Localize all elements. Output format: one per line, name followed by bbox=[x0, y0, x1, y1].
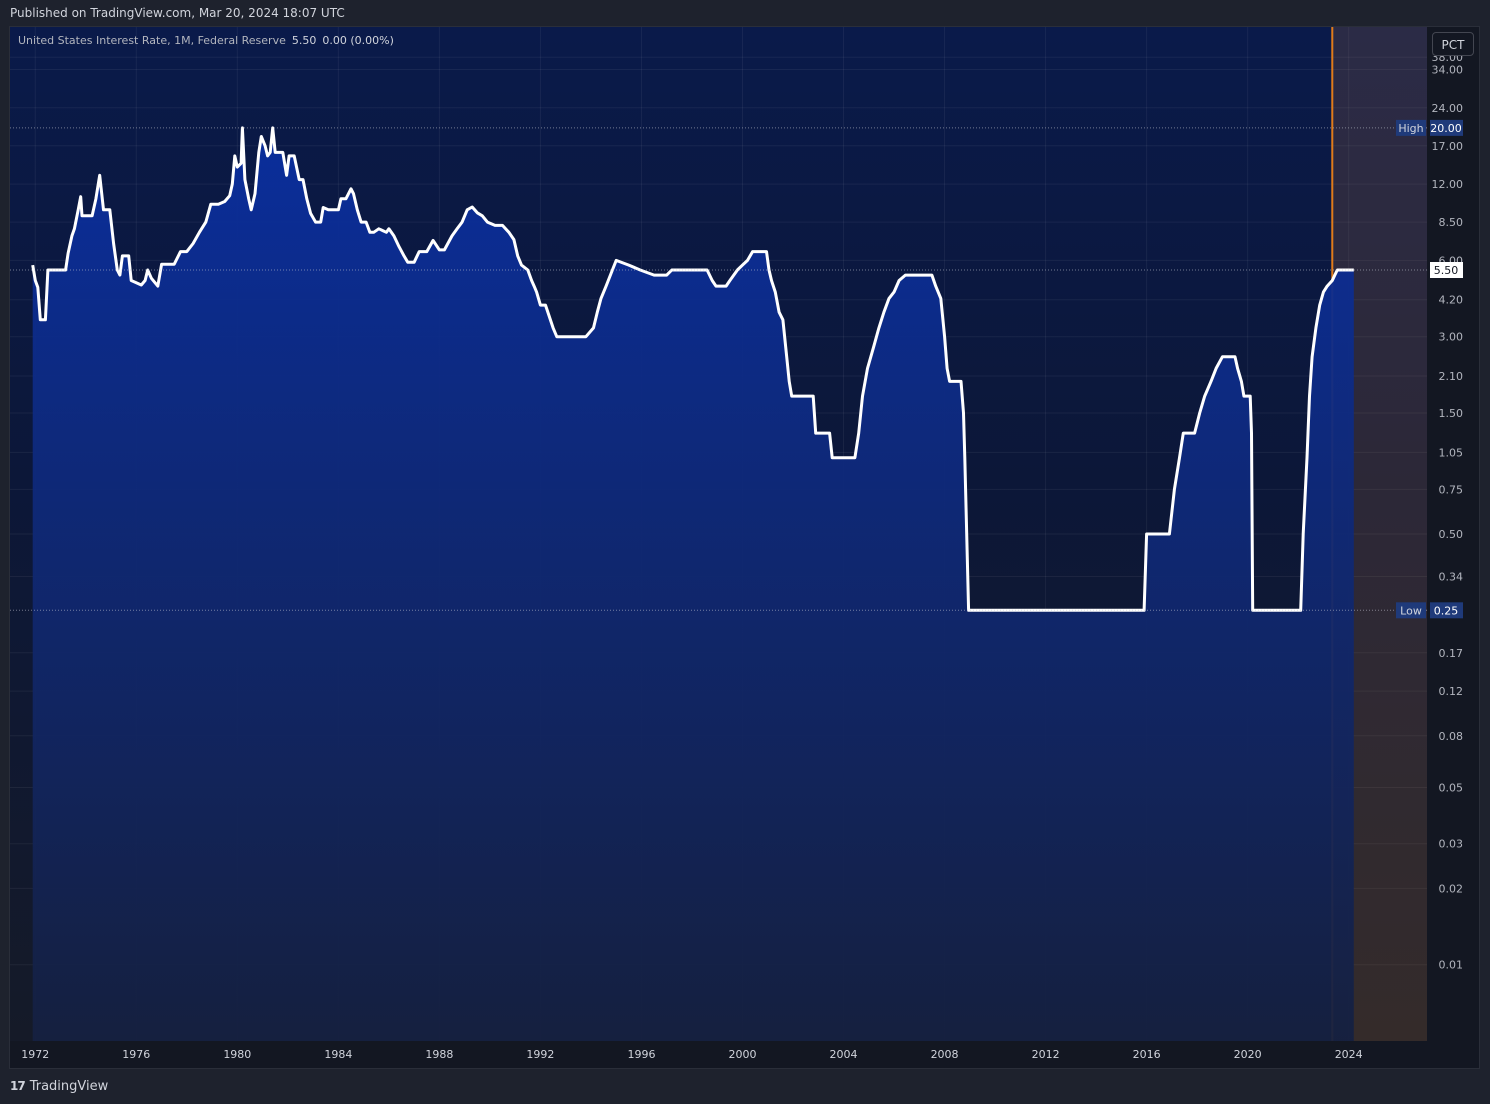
x-tick-label: 2012 bbox=[1032, 1048, 1060, 1061]
y-tick-label: 4.20 bbox=[1439, 294, 1464, 307]
x-tick-label: 2008 bbox=[931, 1048, 959, 1061]
y-tick-label: 0.02 bbox=[1439, 882, 1464, 895]
y-tick-label: 0.12 bbox=[1439, 685, 1464, 698]
x-tick-label: 1996 bbox=[627, 1048, 655, 1061]
x-tick-label: 1976 bbox=[122, 1048, 150, 1061]
y-tick-label: 0.17 bbox=[1439, 647, 1464, 660]
low-tag: Low bbox=[1396, 602, 1426, 619]
y-tick-label: 24.00 bbox=[1432, 102, 1464, 115]
brand-name: TradingView bbox=[29, 1078, 109, 1094]
y-tick-label: 0.03 bbox=[1439, 838, 1464, 851]
y-tick-label: 2.10 bbox=[1439, 370, 1464, 383]
chart-canvas[interactable]: 38.0034.0024.0017.0012.008.506.004.203.0… bbox=[0, 0, 1490, 1104]
y-tick-label: 1.05 bbox=[1439, 446, 1464, 459]
x-tick-label: 2024 bbox=[1335, 1048, 1363, 1061]
high-value-label: 20.00 bbox=[1430, 122, 1462, 135]
low-value: 0.25 bbox=[1430, 602, 1463, 619]
low-tag-label: Low bbox=[1400, 604, 1422, 617]
low-value-label: 0.25 bbox=[1434, 604, 1459, 617]
y-tick-label: 0.08 bbox=[1439, 730, 1464, 743]
y-axis[interactable]: 38.0034.0024.0017.0012.008.506.004.203.0… bbox=[1432, 51, 1464, 971]
y-tick-label: 0.05 bbox=[1439, 782, 1464, 795]
high-value: 20.00 bbox=[1430, 119, 1463, 136]
x-tick-label: 1988 bbox=[425, 1048, 453, 1061]
x-tick-label: 1992 bbox=[526, 1048, 554, 1061]
x-axis[interactable]: 1972 1976 1980 1984 1988 1992 1996 2000 2004 2008… bbox=[21, 1048, 1362, 1061]
legend-symbol: United States Interest Rate, 1M, Federal… bbox=[18, 34, 286, 47]
legend-last-value: 5.50 bbox=[291, 34, 317, 47]
last-price-value-label: 5.50 bbox=[1434, 264, 1459, 277]
high-tag: High bbox=[1396, 119, 1426, 136]
high-tag-label: High bbox=[1398, 122, 1423, 135]
y-tick-label: 34.00 bbox=[1432, 63, 1464, 76]
tradingview-logo-icon: 17 bbox=[10, 1079, 26, 1093]
x-tick-label: 1972 bbox=[21, 1048, 49, 1061]
series-legend[interactable]: United States Interest Rate, 1M, Federal… bbox=[18, 34, 394, 47]
y-tick-label: 0.01 bbox=[1439, 959, 1464, 972]
x-tick-label: 1980 bbox=[223, 1048, 251, 1061]
y-tick-label: 12.00 bbox=[1432, 178, 1464, 191]
footer-branding[interactable]: 17 TradingView bbox=[10, 1077, 108, 1095]
y-tick-label: 0.75 bbox=[1439, 483, 1464, 496]
y-tick-label: 3.00 bbox=[1439, 331, 1464, 344]
x-tick-label: 1984 bbox=[324, 1048, 352, 1061]
y-tick-label: 8.50 bbox=[1439, 216, 1464, 229]
x-tick-label: 2000 bbox=[728, 1048, 756, 1061]
scale-mode-button[interactable]: PCT bbox=[1432, 32, 1474, 56]
y-tick-label: 1.50 bbox=[1439, 407, 1464, 420]
y-tick-label: 0.34 bbox=[1439, 570, 1464, 583]
legend-change: 0.00 (0.00%) bbox=[322, 34, 394, 47]
y-tick-label: 0.50 bbox=[1439, 528, 1464, 541]
y-tick-label: 17.00 bbox=[1432, 140, 1464, 153]
x-tick-label: 2004 bbox=[830, 1048, 858, 1061]
x-tick-label: 2020 bbox=[1234, 1048, 1262, 1061]
x-tick-label: 2016 bbox=[1133, 1048, 1161, 1061]
last-price-value: 5.50 bbox=[1430, 262, 1463, 279]
